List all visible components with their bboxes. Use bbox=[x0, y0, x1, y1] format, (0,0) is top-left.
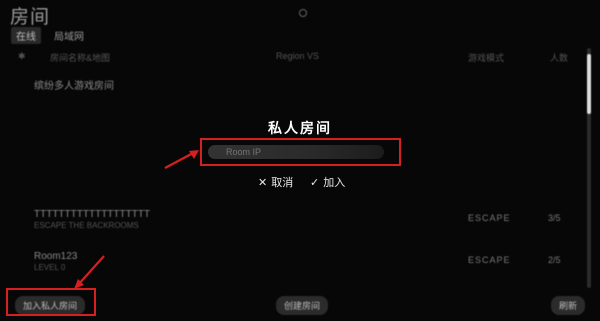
room-count: 2/5 bbox=[548, 255, 561, 265]
join-button[interactable]: ✓ 加入 bbox=[310, 174, 345, 190]
room-mode: ESCAPE bbox=[468, 213, 511, 223]
close-icon: ✕ bbox=[258, 176, 268, 189]
refresh-button[interactable]: 刷新 bbox=[551, 296, 586, 315]
room-mode: ESCAPE bbox=[468, 255, 511, 265]
tab-online[interactable]: 在线 bbox=[11, 27, 41, 44]
scrollbar-thumb[interactable] bbox=[587, 54, 591, 114]
room-name: TTTTTTTTTTTTTTTTTTT bbox=[34, 209, 151, 220]
room-name: 缤纷多人游戏房间 bbox=[34, 81, 114, 92]
create-room-button[interactable]: 创建房间 bbox=[276, 296, 329, 315]
sort-icon[interactable]: ✱ bbox=[18, 51, 26, 62]
header-region[interactable]: Region VS bbox=[276, 51, 319, 61]
table-row[interactable]: 缤纷多人游戏房间 bbox=[0, 74, 580, 100]
header-game-mode[interactable]: 游戏模式 bbox=[468, 51, 504, 64]
room-ip-input[interactable] bbox=[208, 145, 384, 159]
loading-icon bbox=[299, 9, 307, 17]
table-header: ✱ 房间名称&地图 Region VS 游戏模式 人数 bbox=[0, 47, 580, 67]
check-icon: ✓ bbox=[310, 176, 320, 189]
cancel-label: 取消 bbox=[271, 177, 294, 189]
private-room-dialog-title: 私人房间 bbox=[268, 120, 332, 136]
header-players[interactable]: 人数 bbox=[550, 51, 568, 64]
room-map: ESCAPE THE BACKROOMS bbox=[34, 221, 139, 230]
table-row[interactable]: TTTTTTTTTTTTTTTTTTT ESCAPE THE BACKROOMS… bbox=[0, 206, 580, 232]
room-ip-field-bg bbox=[208, 145, 384, 159]
room-count: 3/5 bbox=[548, 213, 561, 223]
join-label: 加入 bbox=[323, 177, 346, 189]
scrollbar[interactable] bbox=[587, 48, 591, 288]
header-room-name[interactable]: 房间名称&地图 bbox=[50, 51, 110, 64]
room-map: LEVEL 0 bbox=[34, 263, 66, 272]
arrow-to-ip-icon bbox=[164, 150, 199, 169]
cancel-button[interactable]: ✕ 取消 bbox=[258, 174, 293, 190]
tab-lan[interactable]: 局域网 bbox=[49, 27, 89, 44]
ip-highlight-box bbox=[200, 138, 401, 166]
private-button-highlight-box bbox=[6, 288, 96, 316]
arrow-to-join-icon bbox=[74, 255, 105, 289]
page-title: 房间 bbox=[10, 7, 51, 28]
tab-bar: 在线 局域网 bbox=[11, 27, 89, 44]
